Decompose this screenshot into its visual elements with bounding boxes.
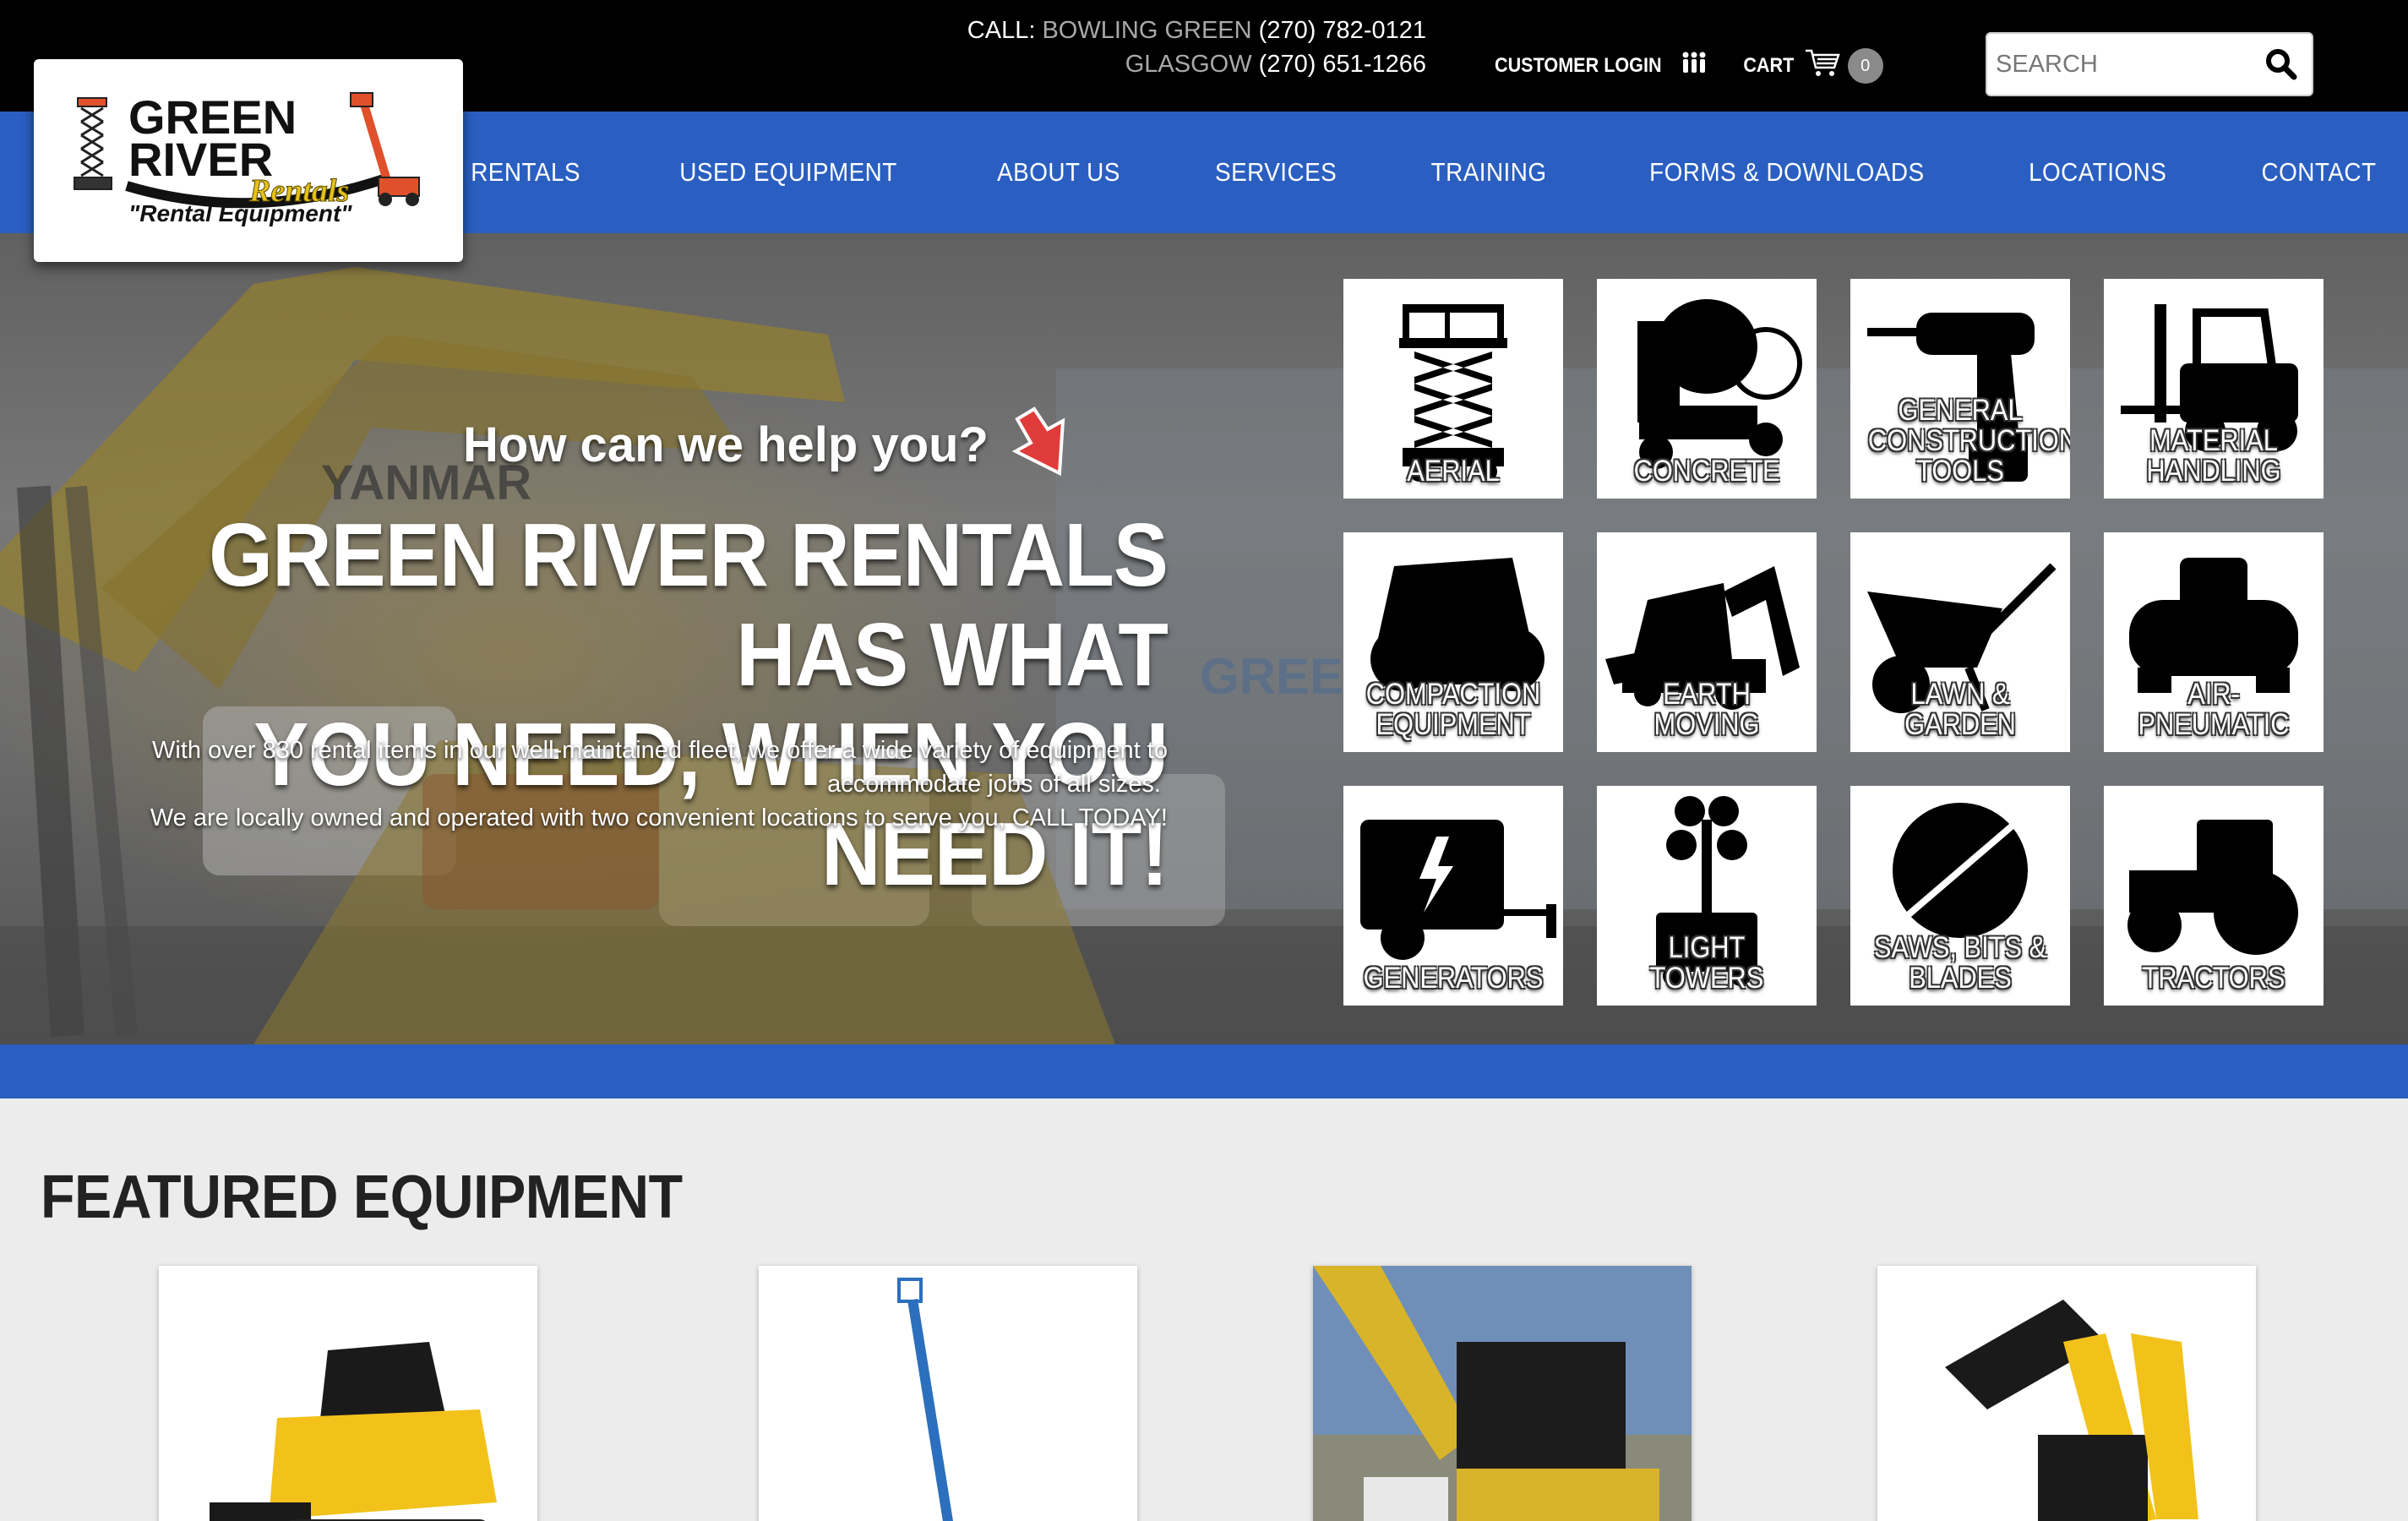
hero-bottom-strip [0,1044,2408,1098]
nav-locations[interactable]: LOCATIONS [2029,157,2166,188]
arrow-right-icon [1009,402,1073,488]
phone-number-bowling-green[interactable]: (270) 782-0121 [1259,17,1426,44]
logo-scissor-lift-icon [74,97,112,190]
nav-used-equipment[interactable]: USED EQUIPMENT [679,157,896,188]
hero-banner: YANMAR GREEN How can we help you? GREEN … [0,233,2408,1044]
featured-card-skid-steer[interactable] [1877,1266,2256,1521]
search-input[interactable] [1996,39,2249,90]
site-logo[interactable]: GREEN RIVER Rentals "Rental Equipment" [34,59,463,262]
category-grid: AERIAL CONCRETE GENERAL CONSTRUCTION TOO… [1343,279,2324,1006]
help-question: How can we help you? [463,417,989,472]
phone-location-glasgow: GLASGOW [1125,51,1252,78]
featured-card-mini-excavator[interactable] [1313,1266,1692,1521]
phone-number-glasgow[interactable]: (270) 651-1266 [1259,51,1426,78]
nav-about-us[interactable]: ABOUT US [997,157,1120,188]
featured-card-boom-lift[interactable] [759,1266,1137,1521]
skid-steer-photo [1877,1266,2256,1521]
track-loader-photo [159,1266,537,1521]
category-concrete[interactable]: CONCRETE [1597,279,1817,499]
svg-text:"Rental Equipment": "Rental Equipment" [128,200,352,226]
people-icon [1681,51,1707,80]
search-icon[interactable] [2264,47,2298,81]
hero-headline: GREEN RIVER RENTALS HAS WHAT YOU NEED, W… [209,505,1169,904]
featured-card-track-loader[interactable] [159,1266,537,1521]
category-air-pneumatic[interactable]: AIR-PNEUMATIC [2104,532,2324,752]
nav-contact[interactable]: CONTACT [2262,157,2377,188]
customer-login-label: CUSTOMER LOGIN [1494,53,1662,77]
customer-login-link[interactable]: CUSTOMER LOGIN [1485,51,1707,80]
nav-services[interactable]: SERVICES [1215,157,1337,188]
nav-training[interactable]: TRAINING [1431,157,1547,188]
category-compaction-equipment[interactable]: COMPACTION EQUIPMENT [1343,532,1563,752]
category-general-construction-tools[interactable]: GENERAL CONSTRUCTION TOOLS [1850,279,2070,499]
cart-link[interactable]: CART 0 [1741,47,1883,84]
featured-equipment-title: FEATURED EQUIPMENT [41,1164,683,1231]
nav-rentals[interactable]: RENTALS [471,157,580,188]
phone-location-bowling-green: BOWLING GREEN [1042,17,1252,44]
cart-icon [1804,47,1841,84]
search-box [1986,32,2313,96]
category-material-handling[interactable]: MATERIAL HANDLING [2104,279,2324,499]
help-prompt: How can we help you? [463,402,1073,488]
hero-description: With over 830 rental items in our well-m… [150,737,1168,831]
mini-excavator-photo [1313,1266,1692,1521]
call-label: CALL: [967,17,1036,44]
call-info: CALL: BOWLING GREEN (270) 782-0121 GLASG… [967,14,1426,81]
category-light-towers[interactable]: LIGHT TOWERS [1597,786,1817,1006]
category-saws-bits-blades[interactable]: SAWS, BITS & BLADES [1850,786,2070,1006]
cart-label: CART [1743,53,1795,77]
category-aerial[interactable]: AERIAL [1343,279,1563,499]
category-tractors[interactable]: TRACTORS [2104,786,2324,1006]
category-generators[interactable]: GENERATORS [1343,786,1563,1006]
category-earth-moving[interactable]: EARTH MOVING [1597,532,1817,752]
cart-count-badge: 0 [1847,47,1883,84]
boom-lift-photo [759,1266,1137,1521]
category-lawn-garden[interactable]: LAWN & GARDEN [1850,532,2070,752]
nav-forms-downloads[interactable]: FORMS & DOWNLOADS [1649,157,1924,188]
